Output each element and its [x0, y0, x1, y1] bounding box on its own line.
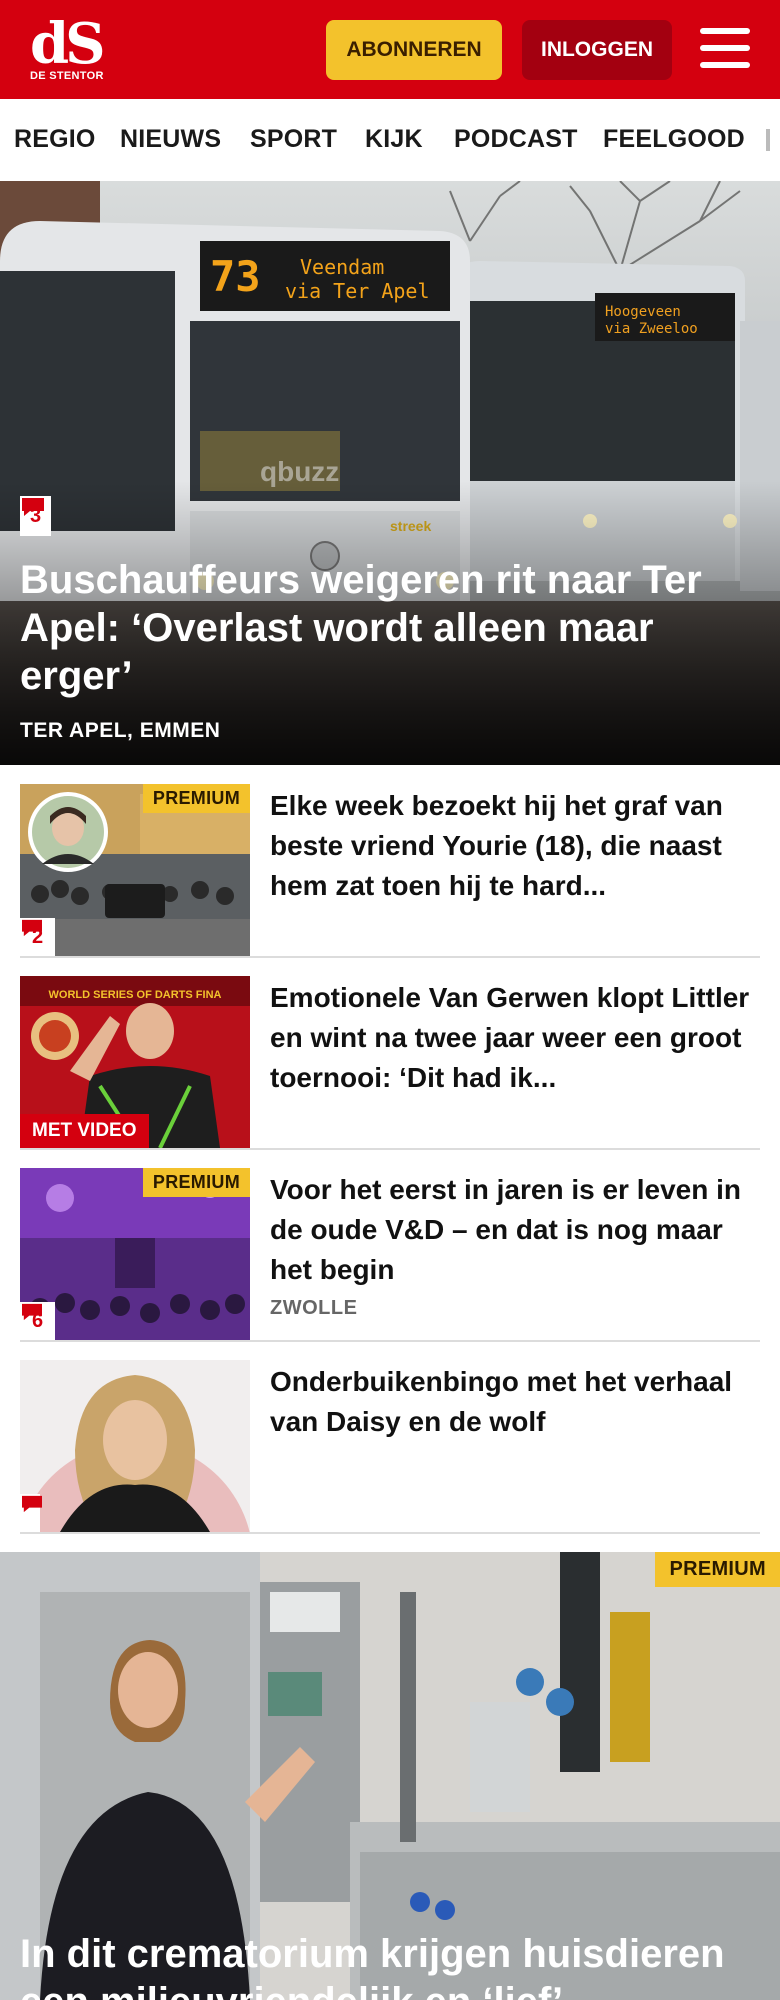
- article-location: ZWOLLE: [270, 1297, 358, 1319]
- article-thumbnail: WORLD SERIES OF DARTS FINA MET VIDEO: [20, 976, 250, 1148]
- bus-destination-1: Veendam: [300, 255, 384, 279]
- site-header: dS DE STENTOR ABONNEREN INLOGGEN: [0, 0, 780, 99]
- nav-item-podcast[interactable]: PODCAST: [454, 125, 578, 154]
- login-button[interactable]: INLOGGEN: [522, 20, 672, 80]
- comment-count-badge[interactable]: 3: [20, 496, 52, 536]
- svg-text:via Zweeloo: via Zweeloo: [605, 321, 698, 337]
- article-thumbnail: PREMIUM 6: [20, 1168, 250, 1340]
- nav-item-feelgood[interactable]: FEELGOOD: [603, 125, 745, 154]
- article-card[interactable]: PREMIUM 2 Elke week bezoekt hij het graf…: [20, 784, 760, 958]
- subscribe-button[interactable]: ABONNEREN: [326, 20, 502, 80]
- comment-icon: [22, 1495, 42, 1513]
- hero-headline[interactable]: Buschauffeurs weigeren rit naar Ter Apel…: [20, 556, 760, 700]
- featured-article[interactable]: PREMIUM In dit crematorium krijgen huisd…: [0, 1552, 780, 2000]
- comment-icon: [22, 498, 44, 516]
- featured-headline[interactable]: In dit crematorium krijgen huisdieren ee…: [20, 1930, 780, 2000]
- site-logo[interactable]: dS DE STENTOR: [30, 16, 110, 86]
- comment-count-badge[interactable]: [20, 1494, 42, 1532]
- logo-subtitle: DE STENTOR: [30, 70, 104, 82]
- article-card[interactable]: WORLD SERIES OF DARTS FINA MET VIDEO Emo…: [20, 976, 760, 1150]
- article-headline[interactable]: Voor het eerst in jaren is er leven in d…: [270, 1170, 750, 1290]
- logo-mark: dS: [30, 11, 106, 77]
- comment-count-badge[interactable]: 2: [20, 918, 56, 956]
- nav-overflow-indicator: [766, 129, 770, 151]
- nav-item-nieuws[interactable]: NIEUWS: [120, 125, 221, 154]
- article-headline[interactable]: Onderbuikenbingo met het verhaal van Dai…: [270, 1362, 750, 1442]
- nav-item-regio[interactable]: REGIO: [14, 125, 96, 154]
- article-headline[interactable]: Emotionele Van Gerwen klopt Littler en w…: [270, 978, 750, 1098]
- premium-badge: PREMIUM: [655, 1552, 780, 1587]
- comment-icon: [22, 919, 42, 937]
- bus-route-number: 73: [210, 252, 261, 301]
- article-thumbnail: PREMIUM 2: [20, 784, 250, 956]
- article-thumbnail: [20, 1360, 250, 1532]
- section-nav: REGIO NIEUWS SPORT KIJK PODCAST FEELGOOD: [0, 99, 780, 181]
- svg-text:Hoogeveen: Hoogeveen: [605, 304, 681, 320]
- nav-item-kijk[interactable]: KIJK: [365, 125, 423, 154]
- nav-item-sport[interactable]: SPORT: [250, 125, 337, 154]
- premium-badge: PREMIUM: [142, 1168, 250, 1197]
- hamburger-menu-icon[interactable]: [700, 28, 750, 70]
- comment-icon: [22, 1303, 42, 1321]
- darts-banner-text: WORLD SERIES OF DARTS FINA: [49, 989, 222, 1001]
- hero-location: TER APEL, EMMEN: [20, 719, 221, 742]
- video-tag: MET VIDEO: [20, 1114, 149, 1148]
- bus-destination-2: via Ter Apel: [285, 279, 430, 303]
- hero-article[interactable]: Hoogeveen via Zweeloo 73 Veendam via Ter…: [0, 181, 780, 765]
- article-headline[interactable]: Elke week bezoekt hij het graf van beste…: [270, 786, 750, 906]
- premium-badge: PREMIUM: [142, 784, 250, 813]
- comment-count-badge[interactable]: 6: [20, 1302, 56, 1340]
- article-card[interactable]: Onderbuikenbingo met het verhaal van Dai…: [20, 1360, 760, 1534]
- article-card[interactable]: PREMIUM 6 Voor het eerst in jaren is er …: [20, 1168, 760, 1342]
